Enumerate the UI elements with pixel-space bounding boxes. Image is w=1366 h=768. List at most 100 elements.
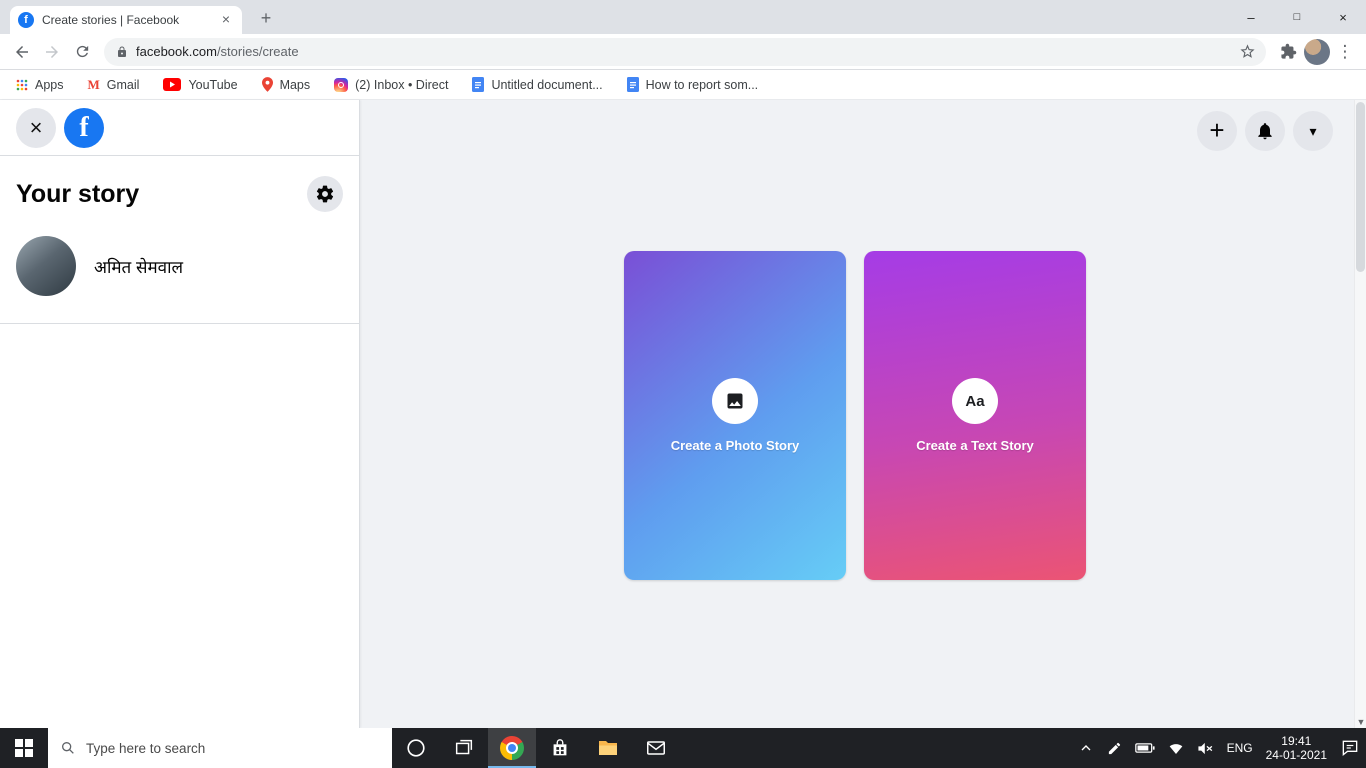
- lock-icon: [118, 46, 126, 57]
- windows-logo-icon: [15, 739, 33, 757]
- action-center-button[interactable]: [1340, 738, 1360, 758]
- tab-close-icon[interactable]: ×: [218, 12, 234, 28]
- start-button[interactable]: [0, 728, 48, 768]
- story-author-row[interactable]: अमित सेमवाल: [0, 236, 359, 296]
- back-button[interactable]: [8, 38, 36, 66]
- account-menu-button[interactable]: ▾: [1293, 111, 1333, 151]
- page-title: Your story: [16, 179, 140, 208]
- window-controls: – □ ×: [1228, 0, 1366, 34]
- youtube-icon: [163, 78, 182, 91]
- clock-date: 24-01-2021: [1265, 748, 1327, 762]
- window-close-button[interactable]: ×: [1320, 0, 1366, 34]
- create-button[interactable]: +: [1197, 111, 1237, 151]
- bookmark-maps[interactable]: Maps: [261, 77, 310, 92]
- reload-icon: [76, 45, 88, 58]
- story-sidebar: × f Your story अमित सेमवाल: [0, 100, 360, 728]
- url-text: facebook.com/stories/create: [136, 44, 1231, 59]
- search-placeholder: Type here to search: [86, 740, 206, 756]
- gmail-icon: M: [87, 76, 100, 92]
- browser-tab-strip: f Create stories | Facebook × + – □ ×: [0, 0, 1366, 34]
- tray-volume-muted-icon[interactable]: [1197, 741, 1214, 756]
- page-scrollbar[interactable]: ▼: [1354, 100, 1366, 728]
- tray-network-icon[interactable]: [1168, 741, 1184, 755]
- story-settings-button[interactable]: [307, 176, 343, 212]
- instagram-icon: [334, 77, 349, 92]
- taskbar-clock[interactable]: 19:41 24-01-2021: [1266, 734, 1327, 762]
- bookmark-apps[interactable]: Apps: [16, 78, 64, 92]
- bookmark-label: Untitled document...: [491, 77, 603, 92]
- tray-show-hidden-icons-button[interactable]: [1078, 740, 1094, 756]
- extensions-button[interactable]: [1274, 38, 1302, 66]
- tray-battery-icon[interactable]: [1134, 741, 1155, 755]
- google-docs-icon: [472, 77, 485, 92]
- bookmark-untitled-document[interactable]: Untitled document...: [472, 77, 603, 92]
- bookmark-label: Gmail: [106, 77, 140, 92]
- notifications-button[interactable]: [1245, 111, 1285, 151]
- google-docs-icon: [626, 77, 639, 92]
- bookmark-how-to-report[interactable]: How to report som...: [626, 77, 759, 92]
- reload-button[interactable]: [68, 38, 96, 66]
- address-bar[interactable]: facebook.com/stories/create: [104, 37, 1266, 66]
- gear-icon: [316, 185, 334, 203]
- taskbar-store-button[interactable]: [536, 728, 584, 768]
- back-arrow-icon: [16, 45, 28, 58]
- action-center-icon: [1342, 740, 1358, 757]
- facebook-logo[interactable]: f: [64, 107, 104, 148]
- bookmark-gmail[interactable]: M Gmail: [88, 77, 140, 93]
- browser-menu-button[interactable]: ⋮: [1332, 42, 1358, 62]
- taskbar-search-box[interactable]: Type here to search: [48, 728, 392, 768]
- bookmark-label: YouTube: [188, 77, 238, 92]
- language-indicator[interactable]: ENG: [1227, 741, 1253, 755]
- new-tab-button[interactable]: +: [254, 7, 278, 31]
- clock-time: 19:41: [1281, 734, 1312, 748]
- taskbar-file-explorer-button[interactable]: [584, 728, 632, 768]
- card-label: Create a Text Story: [916, 438, 1034, 453]
- url-domain: facebook.com: [136, 44, 217, 59]
- bookmark-star-icon[interactable]: [1239, 43, 1256, 60]
- maps-pin-icon: [261, 77, 273, 92]
- close-story-creator-button[interactable]: ×: [16, 107, 56, 148]
- create-photo-story-card[interactable]: Create a Photo Story: [624, 251, 846, 580]
- puzzle-icon: [1280, 43, 1296, 59]
- header-actions: + ▾: [1197, 111, 1333, 151]
- bookmark-label: How to report som...: [645, 77, 759, 92]
- browser-toolbar: facebook.com/stories/create ⋮: [0, 34, 1366, 70]
- chevron-down-icon: ▾: [1309, 122, 1317, 139]
- chevron-up-icon: [1081, 745, 1091, 751]
- bookmarks-bar: Apps M Gmail YouTube Maps (2) Inbox • Di…: [0, 70, 1366, 100]
- user-name: अमित सेमवाल: [94, 257, 184, 277]
- forward-arrow-icon: [46, 45, 58, 58]
- cortana-button[interactable]: [392, 728, 440, 768]
- photo-icon: [727, 393, 743, 409]
- plus-icon: +: [1209, 114, 1225, 145]
- microsoft-store-icon: [553, 739, 567, 756]
- apps-grid-icon: [16, 79, 28, 90]
- system-tray: ENG 19:41 24-01-2021: [1078, 728, 1366, 768]
- bookmark-instagram-inbox[interactable]: (2) Inbox • Direct: [334, 77, 449, 92]
- browser-profile-avatar[interactable]: [1304, 38, 1330, 65]
- search-icon: [62, 742, 74, 754]
- window-minimize-button[interactable]: –: [1228, 0, 1274, 34]
- text-icon-circle: Aa: [952, 378, 998, 424]
- bookmark-youtube[interactable]: YouTube: [163, 77, 238, 92]
- taskbar-mail-button[interactable]: [632, 728, 680, 768]
- facebook-favicon-icon: f: [18, 12, 34, 28]
- browser-tab[interactable]: f Create stories | Facebook ×: [10, 6, 242, 34]
- task-view-button[interactable]: [440, 728, 488, 768]
- window-maximize-button[interactable]: □: [1274, 0, 1320, 34]
- url-path: /stories/create: [216, 44, 299, 59]
- task-view-icon: [455, 739, 473, 755]
- cortana-icon: [407, 739, 425, 757]
- chrome-icon: [500, 736, 524, 760]
- forward-button[interactable]: [38, 38, 66, 66]
- scrollbar-thumb[interactable]: [1356, 102, 1365, 272]
- tray-pen-icon[interactable]: [1107, 741, 1122, 756]
- bookmark-label: (2) Inbox • Direct: [355, 77, 449, 92]
- taskbar-chrome-button[interactable]: [488, 728, 536, 768]
- user-avatar: [16, 236, 76, 296]
- story-type-cards: Create a Photo Story Aa Create a Text St…: [624, 251, 1086, 580]
- tab-title: Create stories | Facebook: [42, 13, 180, 27]
- divider: [0, 323, 359, 324]
- scrollbar-down-arrow[interactable]: ▼: [1355, 717, 1366, 727]
- create-text-story-card[interactable]: Aa Create a Text Story: [864, 251, 1086, 580]
